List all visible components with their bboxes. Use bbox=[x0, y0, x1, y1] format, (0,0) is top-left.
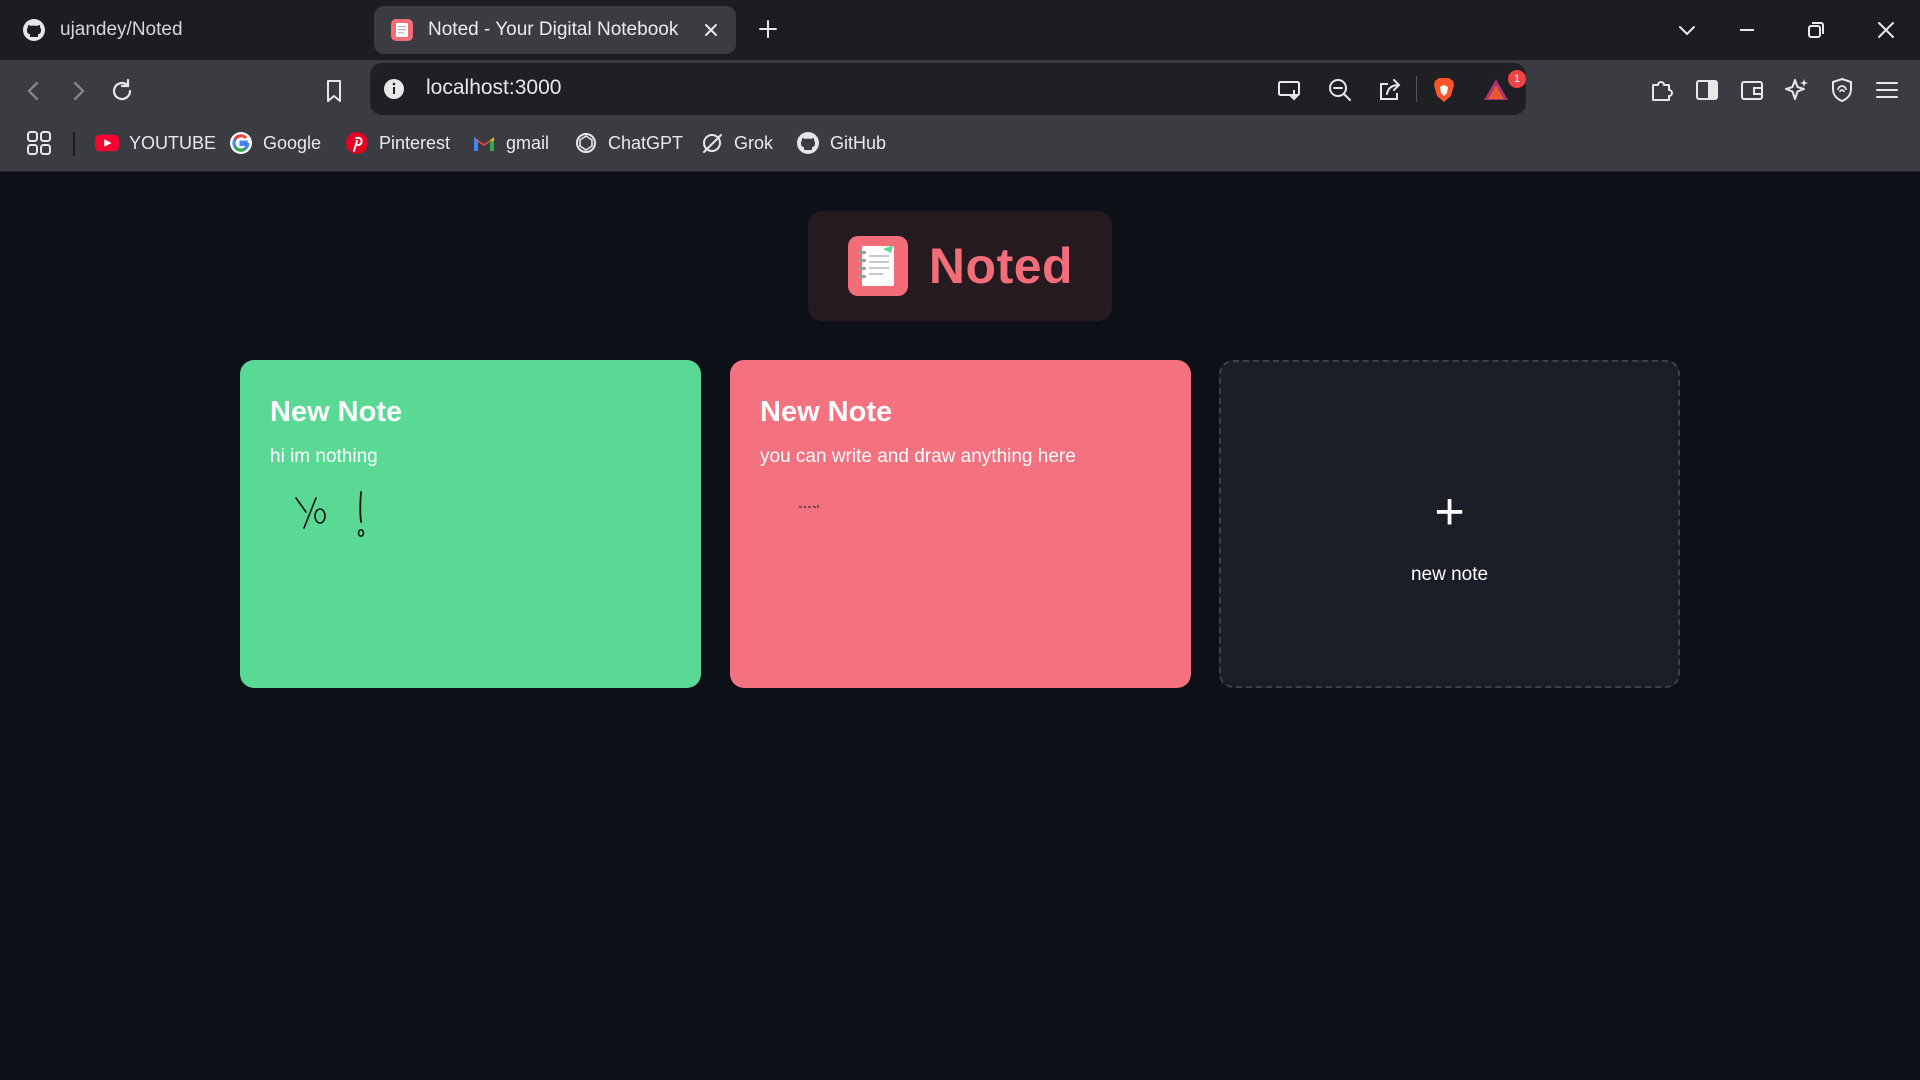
brave-rewards-icon[interactable] bbox=[1482, 76, 1510, 104]
tab-title: Noted - Your Digital Notebook bbox=[428, 19, 679, 40]
grok-icon bbox=[700, 131, 724, 155]
note-card[interactable]: New Note you can write and draw anything… bbox=[730, 360, 1191, 688]
bookmark-label: ChatGPT bbox=[608, 132, 684, 153]
close-window-icon[interactable] bbox=[1873, 17, 1899, 43]
note-title: New Note bbox=[270, 396, 403, 428]
bookmark-gmail[interactable]: gmail bbox=[472, 128, 549, 158]
close-tab-icon[interactable] bbox=[700, 19, 722, 41]
note-body: hi im nothing bbox=[270, 446, 378, 467]
wallet-icon[interactable] bbox=[1738, 76, 1766, 104]
tab-strip: ujandey/Noted Noted - Your Digital Noteb… bbox=[0, 0, 1920, 60]
leo-ai-icon[interactable] bbox=[1783, 76, 1811, 104]
bookmark-label: Grok bbox=[734, 132, 774, 153]
app-title: Noted bbox=[928, 238, 1074, 294]
notification-badge: 1 bbox=[1508, 70, 1526, 88]
back-icon[interactable] bbox=[20, 77, 48, 105]
google-icon bbox=[229, 131, 253, 155]
bookmark-label: Google bbox=[263, 132, 322, 153]
cast-icon[interactable] bbox=[1276, 76, 1304, 104]
chatgpt-icon bbox=[574, 131, 598, 155]
add-note-card[interactable]: + new note bbox=[1219, 360, 1680, 688]
extensions-icon[interactable] bbox=[1648, 76, 1676, 104]
gmail-icon bbox=[472, 131, 496, 155]
share-icon[interactable] bbox=[1376, 76, 1404, 104]
browser-toolbar: localhost:3000 1 bbox=[0, 60, 1920, 120]
plus-icon: + bbox=[1434, 483, 1465, 541]
tab-github[interactable]: ujandey/Noted bbox=[18, 6, 358, 54]
tab-title: ujandey/Noted bbox=[60, 19, 183, 40]
address-bar[interactable]: localhost:3000 1 bbox=[370, 63, 1526, 115]
app-header-logo: Noted bbox=[808, 211, 1112, 321]
restore-icon[interactable] bbox=[1803, 17, 1829, 43]
note-body: you can write and draw anything here bbox=[760, 446, 1076, 467]
url-text[interactable]: localhost:3000 bbox=[426, 76, 561, 100]
bookmark-label: GitHub bbox=[830, 132, 887, 153]
reload-icon[interactable] bbox=[108, 77, 136, 105]
github-icon bbox=[22, 18, 46, 42]
bookmark-label: YOUTUBE bbox=[129, 132, 217, 153]
vpn-shield-icon[interactable] bbox=[1828, 76, 1856, 104]
note-title: New Note bbox=[760, 396, 893, 428]
divider bbox=[73, 132, 75, 156]
bookmark-youtube[interactable]: YOUTUBE bbox=[95, 128, 216, 158]
bookmark-pinterest[interactable]: Pinterest bbox=[345, 128, 450, 158]
notebook-icon bbox=[847, 235, 909, 297]
tab-search-chevron-icon[interactable] bbox=[1674, 17, 1700, 43]
divider bbox=[1416, 76, 1417, 102]
youtube-icon bbox=[95, 131, 119, 155]
notebook-icon bbox=[390, 18, 414, 42]
bookmark-grok[interactable]: Grok bbox=[700, 128, 773, 158]
zoom-out-icon[interactable] bbox=[1326, 76, 1354, 104]
bookmark-google[interactable]: Google bbox=[229, 128, 321, 158]
bookmarks-bar: YOUTUBE Google Pinterest gmail ChatGPT G… bbox=[0, 120, 1920, 172]
bookmark-github[interactable]: GitHub bbox=[796, 128, 886, 158]
sidebar-icon[interactable] bbox=[1693, 76, 1721, 104]
new-tab-icon[interactable] bbox=[756, 17, 780, 41]
note-card[interactable]: New Note hi im nothing bbox=[240, 360, 701, 688]
github-icon bbox=[796, 131, 820, 155]
bookmark-icon[interactable] bbox=[320, 77, 348, 105]
forward-icon[interactable] bbox=[64, 77, 92, 105]
tab-noted[interactable]: Noted - Your Digital Notebook bbox=[374, 6, 736, 54]
app-page: Noted New Note hi im nothing New Note yo… bbox=[0, 173, 1920, 1080]
pinterest-icon bbox=[345, 131, 369, 155]
bookmark-label: gmail bbox=[506, 132, 550, 153]
note-drawing bbox=[799, 505, 819, 509]
site-info-icon[interactable] bbox=[382, 77, 406, 101]
bookmark-label: Pinterest bbox=[379, 132, 451, 153]
menu-icon[interactable] bbox=[1873, 76, 1901, 104]
apps-grid-icon[interactable] bbox=[26, 130, 52, 156]
add-note-label: new note bbox=[1410, 564, 1489, 585]
bookmark-chatgpt[interactable]: ChatGPT bbox=[574, 128, 683, 158]
brave-shields-icon[interactable] bbox=[1430, 76, 1458, 104]
note-drawing bbox=[295, 491, 365, 537]
minimize-icon[interactable] bbox=[1734, 17, 1760, 43]
